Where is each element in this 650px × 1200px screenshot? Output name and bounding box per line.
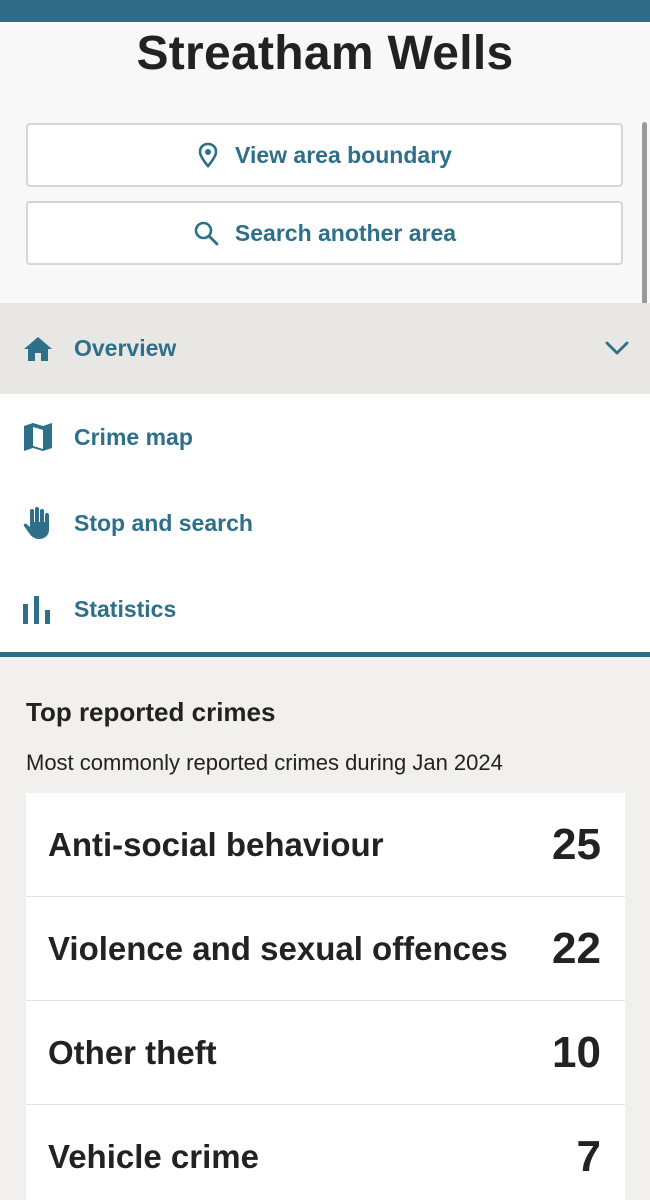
search-icon — [194, 221, 219, 246]
view-area-boundary-button[interactable]: View area boundary — [26, 123, 623, 187]
crime-count: 10 — [552, 1027, 601, 1077]
crime-name: Vehicle crime — [48, 1137, 259, 1175]
crime-name: Anti-social behaviour — [48, 825, 384, 863]
nav-item-statistics[interactable]: Statistics — [0, 566, 650, 652]
top-accent-bar — [0, 0, 650, 22]
crime-count: 7 — [576, 1131, 601, 1181]
nav-item-overview[interactable]: Overview — [0, 303, 650, 394]
crime-count: 22 — [552, 923, 601, 973]
crime-list: Anti-social behaviour 25 Violence and se… — [26, 793, 625, 1200]
crime-name: Violence and sexual offences — [48, 929, 508, 967]
home-icon — [22, 335, 54, 363]
list-item[interactable]: Vehicle crime 7 — [26, 1105, 625, 1200]
nav-item-label: Stop and search — [74, 509, 253, 536]
nav-item-label: Overview — [74, 335, 177, 361]
nav-item-label: Statistics — [74, 595, 177, 622]
nav-item-stop-and-search[interactable]: Stop and search — [0, 480, 650, 566]
bar-chart-icon — [22, 594, 54, 624]
hand-icon — [22, 506, 52, 540]
search-another-area-label: Search another area — [234, 219, 457, 246]
view-area-boundary-label: View area boundary — [235, 141, 452, 168]
nav-item-label: Crime map — [74, 423, 193, 450]
map-icon — [22, 421, 54, 453]
section-subtitle: Most commonly reported crimes during Jan… — [26, 750, 503, 775]
list-item[interactable]: Anti-social behaviour 25 — [26, 793, 625, 897]
nav-item-crime-map[interactable]: Crime map — [0, 394, 650, 480]
chevron-down-icon[interactable] — [604, 335, 630, 362]
page-title: Streatham Wells — [136, 27, 514, 80]
list-item[interactable]: Violence and sexual offences 22 — [26, 897, 625, 1001]
crime-count: 25 — [552, 819, 601, 869]
search-another-area-button[interactable]: Search another area — [26, 201, 623, 265]
list-item[interactable]: Other theft 10 — [26, 1001, 625, 1105]
crime-name: Other theft — [48, 1033, 217, 1071]
map-pin-icon — [198, 142, 218, 168]
section-title: Top reported crimes — [26, 697, 276, 727]
